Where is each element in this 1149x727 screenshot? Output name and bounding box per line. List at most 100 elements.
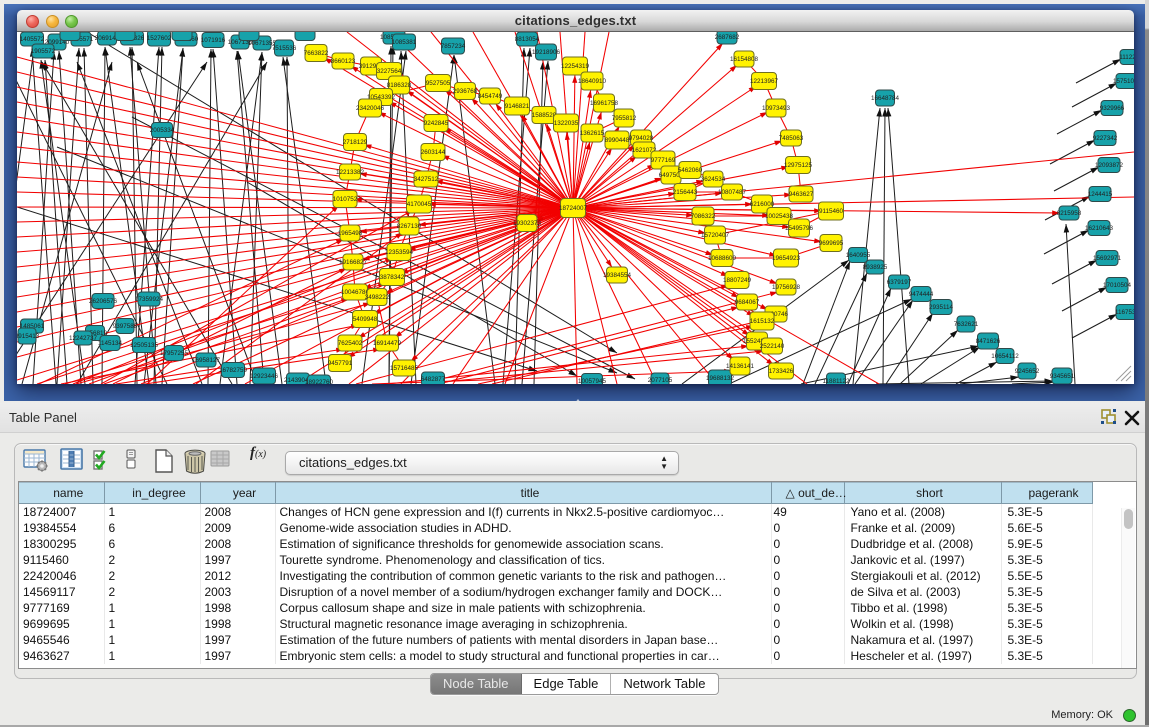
svg-text:1905572: 1905572 [31, 48, 56, 55]
svg-text:1322035: 1322035 [554, 120, 579, 127]
svg-text:12093872: 12093872 [1095, 162, 1124, 169]
svg-text:1085381: 1085381 [392, 39, 417, 46]
svg-text:5409948: 5409948 [353, 316, 378, 323]
svg-text:18724007: 18724007 [559, 205, 588, 212]
svg-text:3498222: 3498222 [365, 294, 390, 301]
svg-text:9245652: 9245652 [1015, 368, 1040, 375]
svg-text:8938925: 8938925 [863, 264, 888, 271]
svg-text:12505135: 12505135 [130, 342, 159, 349]
svg-text:9699695: 9699695 [819, 240, 844, 247]
svg-text:1071916: 1071916 [201, 37, 226, 44]
svg-text:3915413: 3915413 [17, 333, 40, 340]
svg-text:9397588: 9397588 [113, 323, 138, 330]
svg-text:10654112: 10654112 [991, 353, 1019, 360]
svg-text:2522140: 2522140 [760, 343, 785, 350]
svg-text:1244415: 1244415 [1088, 191, 1113, 198]
svg-text:16154808: 16154808 [730, 56, 759, 63]
svg-text:9457791: 9457791 [328, 360, 353, 367]
svg-text:10973493: 10973493 [762, 105, 791, 112]
svg-text:8186328: 8186328 [387, 82, 412, 89]
svg-text:1965498: 1965498 [338, 230, 363, 237]
svg-text:1145134: 1145134 [98, 340, 123, 347]
svg-text:12353594: 12353594 [385, 249, 414, 256]
svg-text:17359924: 17359924 [135, 296, 164, 303]
svg-text:9474444: 9474444 [909, 291, 934, 298]
svg-text:12242737: 12242737 [69, 335, 98, 342]
svg-text:1640955: 1640955 [846, 252, 871, 259]
svg-text:14136141: 14136141 [726, 363, 755, 370]
svg-text:6379197: 6379197 [887, 279, 912, 286]
svg-text:6216000: 6216000 [750, 201, 775, 208]
svg-text:6482877: 6482877 [421, 376, 446, 383]
svg-text:7515536: 7515536 [272, 45, 297, 52]
svg-text:9345651: 9345651 [1050, 373, 1075, 380]
svg-text:7663822: 7663822 [304, 50, 329, 57]
svg-text:1527602: 1527602 [147, 35, 172, 42]
svg-text:7632621: 7632621 [954, 321, 979, 328]
svg-text:12975125: 12975125 [784, 162, 813, 169]
svg-text:1362615: 1362615 [580, 130, 605, 137]
svg-text:9115460: 9115460 [819, 208, 844, 215]
svg-text:15692971: 15692971 [1093, 255, 1122, 262]
svg-text:7086322: 7086322 [691, 213, 716, 220]
svg-text:1615132: 1615132 [750, 318, 775, 325]
svg-text:2077105: 2077105 [648, 377, 673, 384]
svg-text:11881122: 11881122 [822, 378, 850, 384]
svg-text:19302373: 19302373 [513, 220, 542, 227]
svg-text:2687682: 2687682 [715, 34, 740, 41]
svg-text:15495796: 15495796 [785, 225, 814, 232]
svg-text:7485063: 7485063 [779, 135, 804, 142]
svg-text:19218906: 19218906 [532, 49, 561, 56]
svg-text:16648784: 16648784 [871, 95, 900, 102]
svg-text:15716485: 15716485 [390, 365, 419, 372]
svg-text:1405572: 1405572 [20, 36, 45, 43]
svg-text:19688132: 19688132 [706, 375, 735, 382]
svg-text:7955812: 7955812 [612, 115, 637, 122]
svg-text:12923446: 12923446 [250, 373, 279, 380]
svg-text:12254319: 12254319 [561, 63, 590, 70]
svg-text:4170045: 4170045 [407, 201, 432, 208]
svg-text:16914479: 16914479 [373, 340, 402, 347]
svg-text:9527505: 9527505 [426, 80, 451, 87]
svg-text:17957255: 17957255 [160, 350, 189, 357]
svg-text:19654923: 19654923 [772, 255, 801, 262]
svg-text:3624534: 3624534 [701, 176, 726, 183]
svg-text:8267130: 8267130 [397, 223, 422, 230]
svg-text:9242845: 9242845 [424, 120, 449, 127]
svg-text:17010504: 17010504 [1103, 282, 1132, 289]
svg-text:26206576: 26206576 [89, 298, 118, 305]
svg-text:3227564: 3227564 [377, 68, 402, 75]
svg-text:2718129: 2718129 [343, 139, 368, 146]
svg-text:10057945: 10057945 [578, 378, 607, 384]
svg-text:8813054: 8813054 [515, 36, 540, 43]
svg-text:2935114: 2935114 [929, 304, 954, 311]
svg-text:16210643: 16210643 [1085, 225, 1114, 232]
svg-text:1010752: 1010752 [333, 196, 358, 203]
svg-text:18807249: 18807249 [723, 277, 752, 284]
svg-text:8990448: 8990448 [605, 137, 630, 144]
svg-text:12213382: 12213382 [336, 169, 365, 176]
svg-text:16961758: 16961758 [590, 100, 619, 107]
svg-text:9146821: 9146821 [505, 103, 530, 110]
svg-text:2156443: 2156443 [673, 189, 698, 196]
svg-text:8471626: 8471626 [976, 338, 1001, 345]
svg-text:19756928: 19756928 [772, 284, 801, 291]
svg-text:10807487: 10807487 [718, 189, 747, 196]
svg-text:9329966: 9329966 [1100, 105, 1125, 112]
svg-text:9777169: 9777169 [651, 157, 676, 164]
svg-text:15751074: 15751074 [1113, 78, 1134, 85]
svg-text:2005334: 2005334 [150, 127, 175, 134]
svg-text:8454749: 8454749 [478, 93, 503, 100]
svg-text:15720407: 15720407 [701, 232, 730, 239]
svg-text:23420046: 23420046 [356, 105, 385, 112]
svg-text:9463627: 9463627 [789, 191, 814, 198]
svg-text:12213967: 12213967 [750, 78, 779, 85]
svg-text:9684067: 9684067 [735, 299, 760, 306]
svg-text:7857234: 7857234 [441, 43, 466, 50]
svg-text:16958127: 16958127 [192, 357, 221, 364]
svg-text:2603144: 2603144 [421, 149, 446, 156]
svg-text:2936768: 2936768 [453, 88, 478, 95]
svg-text:9794028: 9794028 [629, 135, 654, 142]
svg-text:7625402: 7625402 [338, 340, 363, 347]
svg-text:1733426: 1733426 [769, 368, 794, 375]
